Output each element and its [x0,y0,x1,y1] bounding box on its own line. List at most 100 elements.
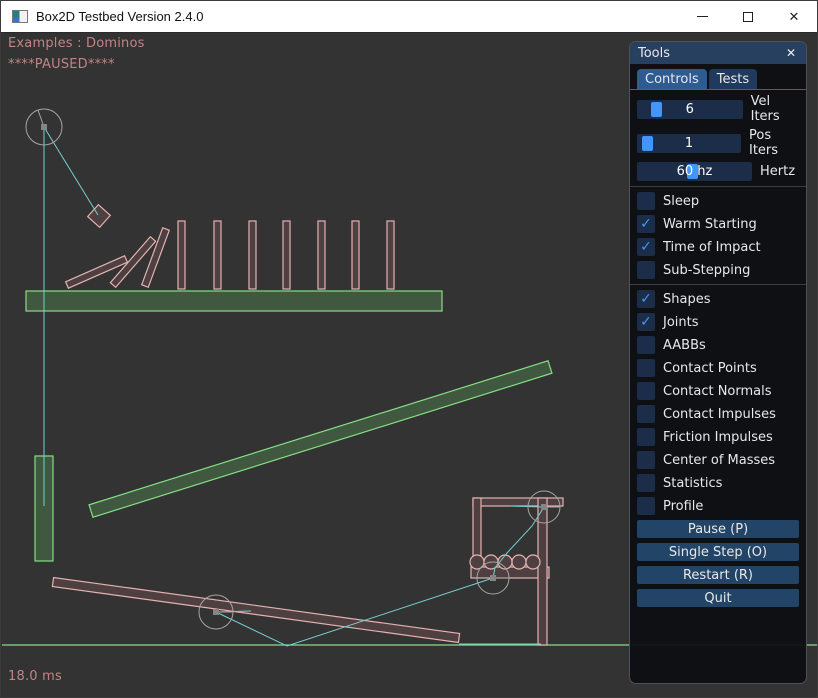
os-titlebar: Box2D Testbed Version 2.4.0 ✕ [1,1,817,33]
tools-panel-titlebar[interactable]: Tools ✕ [630,42,806,64]
checkbox-label: Contact Impulses [663,407,776,422]
app-window: Box2D Testbed Version 2.4.0 ✕ Examples :… [0,0,818,698]
frame-time: 18.0 ms [8,669,62,684]
checkbox-shapes[interactable]: ✓ [637,290,655,308]
domino-standing [283,221,290,289]
client-area: Examples : Dominos ****PAUSED**** 18.0 m… [1,33,817,697]
frame-wheel-center-dot [490,575,496,581]
checkbox-time-of-impact[interactable]: ✓ [637,238,655,256]
checkbox-row-contact-normals: Contact Normals [637,382,799,400]
checkbox-contact-normals[interactable] [637,382,655,400]
checkbox-label: Statistics [663,476,722,491]
checkbox-sub-stepping[interactable] [637,261,655,279]
quit-button[interactable]: Quit [637,589,799,607]
checkbox-friction-impulses[interactable] [637,428,655,446]
close-icon: ✕ [789,9,800,25]
checkbox-row-joints: ✓ Joints [637,313,799,331]
checkbox-aabbs[interactable] [637,336,655,354]
maximize-icon [743,12,753,22]
slider-row-pos-iters: 1 Pos Iters [637,128,799,158]
slider-row-hertz: 60 hz Hertz [637,162,799,181]
checkbox-statistics[interactable] [637,474,655,492]
checkbox-row-aabbs: AABBs [637,336,799,354]
checkbox-label: Joints [663,315,699,330]
domino-standing [352,221,359,289]
tools-close-button[interactable]: ✕ [784,46,798,60]
checkbox-sleep[interactable] [637,192,655,210]
slider-value: 60 hz [637,162,752,181]
checkbox-label: Shapes [663,292,710,307]
slider-label: Pos Iters [749,128,799,158]
domino-fallen [142,228,170,287]
checkbox-label: Sub-Stepping [663,263,750,278]
pendulum-box [88,205,111,228]
app-icon [12,10,28,23]
checkbox-center-of-masses[interactable] [637,451,655,469]
checkbox-row-contact-points: Contact Points [637,359,799,377]
checkbox-label: Friction Impulses [663,430,773,445]
checkbox-row-profile: Profile [637,497,799,515]
tools-panel: Tools ✕ ControlsTests 6Vel Iters 1 Pos Ite… [629,41,807,684]
checkbox-row-sleep: Sleep [637,192,799,210]
plank-wheel-center-dot [213,609,219,615]
seesaw-plank [52,578,459,643]
ball [512,555,526,569]
pause-button[interactable]: Pause (P) [637,520,799,538]
domino-standing [318,221,325,289]
maximize-button[interactable] [725,1,771,32]
tools-panel-title: Tools [638,46,784,61]
checkbox-label: Profile [663,499,703,514]
example-title: Examples : Dominos [8,36,145,51]
slider-value: 6 [637,100,743,119]
checkbox-row-friction-impulses: Friction Impulses [637,428,799,446]
ball [526,555,540,569]
single-step-button[interactable]: Single Step (O) [637,543,799,561]
panel-content: 6Vel Iters 1 Pos Iters 60 hz Hertz Sleep ✓Warm… [630,90,806,607]
pulley-wheel-center-dot [541,504,547,510]
domino-platform [26,291,442,311]
frame-top-bar [473,498,563,506]
checkbox-row-sub-stepping: Sub-Stepping [637,261,799,279]
frame-shelf [471,567,549,578]
tab-controls[interactable]: Controls [637,69,707,89]
minimize-icon [697,16,708,17]
checkbox-label: Contact Points [663,361,757,376]
close-button[interactable]: ✕ [771,1,817,32]
checkbox-label: Time of Impact [663,240,761,255]
slider-hertz[interactable]: 60 hz [637,162,752,181]
rope-pendulum-box [44,127,98,215]
domino-standing [178,221,185,289]
checkbox-row-time-of-impact: ✓ Time of Impact [637,238,799,256]
domino-standing [249,221,256,289]
checkbox-profile[interactable] [637,497,655,515]
checkbox-contact-impulses[interactable] [637,405,655,423]
checkbox-contact-points[interactable] [637,359,655,377]
pendulum-wheel-center-dot [41,124,47,130]
tab-tests[interactable]: Tests [709,69,757,89]
slider-row-vel-iters: 6Vel Iters [637,94,799,124]
checkbox-warm-starting[interactable]: ✓ [637,215,655,233]
checkbox-row-warm-starting: ✓Warm Starting [637,215,799,233]
paused-indicator: ****PAUSED**** [8,57,115,72]
checkbox-row-contact-impulses: Contact Impulses [637,405,799,423]
domino-standing [214,221,221,289]
slider-pos-iters[interactable]: 1 [637,134,741,153]
separator [630,284,806,285]
slider-vel-iters[interactable]: 6 [637,100,743,119]
minimize-button[interactable] [679,1,725,32]
panel-tabs: ControlsTests [630,69,806,90]
checkbox-joints[interactable]: ✓ [637,313,655,331]
domino-standing [387,221,394,289]
window-controls: ✕ [679,1,817,32]
checkbox-label: AABBs [663,338,706,353]
slider-label: Hertz [760,164,795,179]
checkbox-label: Contact Normals [663,384,772,399]
slider-value: 1 [637,134,741,153]
checkbox-label: Center of Masses [663,453,775,468]
checkbox-row-shapes: ✓ Shapes [637,290,799,308]
frame-right-post [538,498,547,645]
restart-button[interactable]: Restart (R) [637,566,799,584]
checkbox-label: Sleep [663,194,699,209]
separator [630,186,806,187]
checkbox-row-statistics: Statistics [637,474,799,492]
